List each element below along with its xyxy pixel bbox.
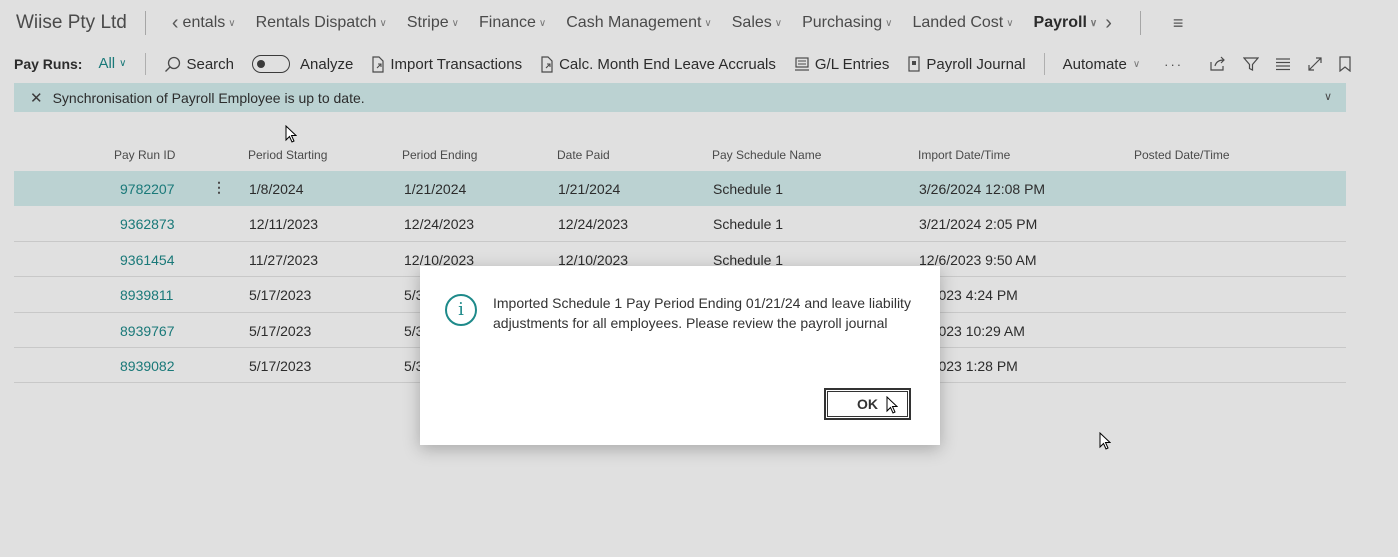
- mouse-cursor-icon: [285, 125, 297, 143]
- dialog-message: Imported Schedule 1 Pay Period Ending 01…: [493, 295, 911, 331]
- info-dialog: i Imported Schedule 1 Pay Period Ending …: [420, 266, 940, 445]
- mouse-cursor-icon: [886, 396, 898, 414]
- info-icon: i: [445, 294, 477, 326]
- mouse-cursor-icon: [1099, 432, 1111, 450]
